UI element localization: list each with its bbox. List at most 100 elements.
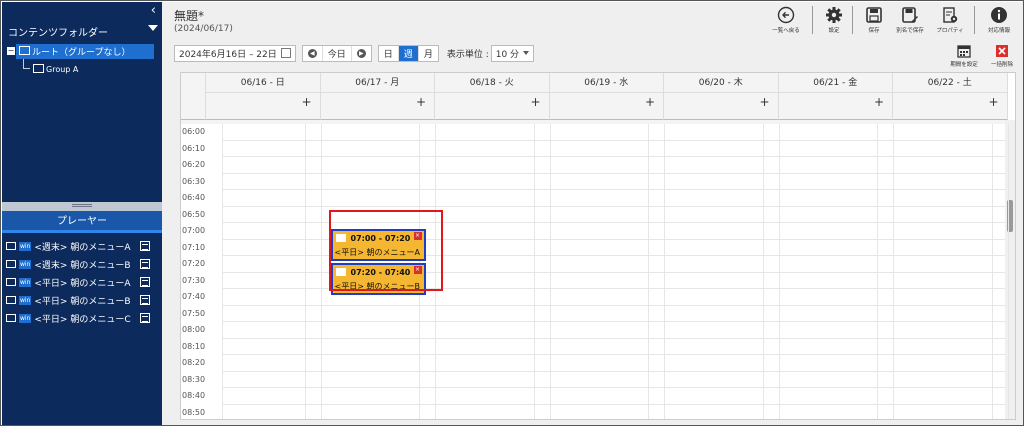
next-button[interactable]: ▶ (350, 45, 371, 61)
properties-icon (943, 7, 958, 23)
time-label: 08:40 (182, 391, 206, 400)
toolbar-divider (974, 6, 975, 34)
today-button[interactable]: 今日 (321, 45, 351, 61)
add-schedule-button[interactable]: + (874, 95, 884, 109)
save-button[interactable]: 保存 (854, 6, 894, 38)
day-add-cell: + (778, 93, 893, 120)
close-icon (996, 45, 1008, 57)
time-label: 07:20 (182, 259, 206, 268)
date-range-field[interactable]: 2024年6月16日 – 22日 (174, 44, 296, 62)
calendar-icon[interactable] (140, 259, 150, 269)
tree-root-label: ルート（グループなし） (32, 48, 131, 58)
chevron-down-icon[interactable] (148, 25, 158, 31)
properties-button[interactable]: プロパティ (930, 6, 970, 38)
properties-label: プロパティ (936, 28, 964, 34)
list-item[interactable]: win <平日> 朝のメニューC (2, 309, 162, 327)
selection-highlight (329, 210, 443, 291)
chevron-down-icon (523, 51, 530, 55)
gear-icon (826, 7, 842, 23)
list-item[interactable]: win <平日> 朝のメニューA (2, 273, 162, 291)
save-as-button[interactable]: 別名で保存 (890, 6, 930, 38)
panel-splitter[interactable] (2, 202, 162, 211)
day-header: 06/20 - 木 (664, 73, 779, 93)
time-slot-row[interactable] (222, 372, 1007, 388)
unit-select[interactable]: 10 分 (490, 44, 535, 62)
time-label: 06:50 (182, 209, 206, 219)
arrow-left-circle-icon (777, 6, 795, 24)
day-add-cell: + (435, 93, 550, 120)
content-folder-header[interactable]: コンテンツフォルダー (2, 20, 162, 42)
folder-icon (6, 278, 16, 286)
add-schedule-button[interactable]: + (988, 95, 998, 109)
time-label: 08:30 (182, 374, 206, 384)
toolbar-divider (852, 6, 853, 34)
time-slot-row[interactable] (222, 124, 1007, 141)
time-label: 08:10 (182, 341, 206, 351)
calendar-icon[interactable] (140, 241, 150, 251)
time-slot-row[interactable] (222, 322, 1007, 339)
folder-tree: − ルート（グループなし） Group A (2, 42, 162, 200)
add-schedule-button[interactable]: + (759, 95, 769, 109)
time-slot-row[interactable] (222, 141, 1007, 157)
collapse-minus-icon[interactable]: − (7, 47, 15, 55)
info-label: 対応情報 (987, 28, 1010, 34)
back-label: 一覧へ戻る (772, 28, 800, 34)
unit-label: 表示単位 : (446, 49, 489, 60)
delete-all-button[interactable]: 一括削除 (984, 44, 1020, 68)
view-month-tab[interactable]: 月 (417, 45, 438, 61)
calendar-icon[interactable] (140, 277, 150, 287)
vertical-scrollbar[interactable] (1005, 120, 1015, 419)
folder-icon (6, 296, 16, 304)
sidebar-top-bar: ‹ (2, 2, 162, 20)
save-as-icon (902, 7, 918, 23)
day-add-cell: + (549, 93, 664, 120)
grip-icon (72, 204, 92, 205)
time-slot-row[interactable] (222, 157, 1007, 174)
folder-icon (6, 260, 16, 268)
calendar-icon[interactable] (140, 295, 150, 305)
day-column-divider (1007, 124, 1009, 419)
tree-item-root[interactable]: − ルート（グループなし） (7, 44, 154, 59)
set-period-button[interactable]: 期間を設定 (946, 44, 982, 68)
time-slot-row[interactable] (222, 306, 1007, 322)
info-button[interactable]: 対応情報 (979, 6, 1019, 38)
time-slot-row[interactable] (222, 339, 1007, 355)
folder-icon (19, 46, 30, 55)
view-day-tab[interactable]: 日 (379, 46, 398, 61)
tree-connector (23, 68, 30, 69)
calendar-icon[interactable] (280, 48, 291, 58)
delete-all-label: 一括削除 (990, 62, 1013, 68)
day-add-cell: + (893, 93, 1008, 120)
time-slot-row[interactable] (222, 388, 1007, 405)
list-item[interactable]: win <週末> 朝のメニューA (2, 237, 162, 255)
day-header: 06/17 - 月 (320, 73, 435, 93)
time-label: 07:50 (182, 308, 206, 318)
add-schedule-button[interactable]: + (645, 95, 655, 109)
calendar-icon (957, 45, 971, 58)
date-range-text: 2024年6月16日 – 22日 (179, 49, 277, 60)
time-slot-row[interactable] (222, 190, 1007, 207)
time-slot-row[interactable] (222, 174, 1007, 190)
list-item[interactable]: win <平日> 朝のメニューB (2, 291, 162, 309)
add-schedule-button[interactable]: + (416, 95, 426, 109)
win-badge: win (19, 313, 32, 323)
win-badge: win (19, 259, 32, 269)
day-add-cell: + (320, 93, 435, 120)
chevron-left-icon[interactable]: ‹ (151, 3, 156, 18)
time-label: 06:00 (182, 127, 206, 136)
prev-button[interactable]: ◀ (303, 46, 322, 61)
view-week-tab[interactable]: 週 (397, 45, 418, 61)
add-schedule-button[interactable]: + (530, 95, 540, 109)
settings-button[interactable]: 設定 (814, 6, 854, 38)
day-header: 06/21 - 金 (778, 73, 893, 93)
add-schedule-button[interactable]: + (301, 95, 311, 109)
list-item[interactable]: win <週末> 朝のメニューB (2, 255, 162, 273)
tree-item-group-a[interactable]: Group A (30, 62, 78, 76)
time-label: 06:10 (182, 143, 206, 153)
time-slot-row[interactable] (222, 405, 1007, 420)
info-icon (991, 7, 1007, 23)
day-column-divider (549, 124, 551, 419)
calendar-icon[interactable] (140, 313, 150, 323)
time-slot-row[interactable] (222, 355, 1007, 372)
back-to-list-button[interactable]: 一覧へ戻る (766, 6, 806, 38)
